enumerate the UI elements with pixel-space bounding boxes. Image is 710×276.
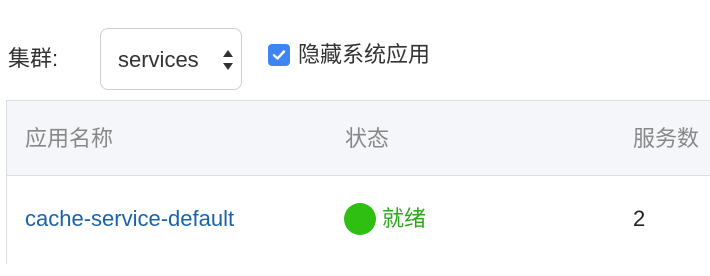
- toolbar: 集群: services 隐藏系统应用: [0, 0, 710, 100]
- column-header-service-count[interactable]: 服务数: [633, 124, 699, 154]
- table-row: cache-service-default 就绪 2: [7, 176, 710, 264]
- status-text: 就绪: [382, 206, 427, 231]
- hide-system-apps-checkbox[interactable]: 隐藏系统应用: [268, 40, 430, 70]
- hide-system-apps-label[interactable]: 隐藏系统应用: [298, 40, 430, 70]
- cluster-label: 集群:: [8, 46, 59, 71]
- column-header-app-name[interactable]: 应用名称: [25, 124, 113, 154]
- cluster-select-value: services: [118, 47, 199, 72]
- status-dot-icon: [344, 203, 376, 235]
- checkmark-icon[interactable]: [268, 44, 290, 66]
- chevron-up-down-icon: [222, 47, 234, 73]
- table-header: 应用名称 状态 服务数: [7, 101, 710, 176]
- service-count: 2: [633, 206, 646, 231]
- column-header-status[interactable]: 状态: [345, 124, 389, 154]
- apps-table: 应用名称 状态 服务数 cache-service-default 就绪 2: [6, 100, 710, 264]
- cluster-select[interactable]: services: [100, 28, 242, 90]
- status-cell: 就绪: [344, 203, 426, 235]
- app-name-link[interactable]: cache-service-default: [25, 204, 234, 234]
